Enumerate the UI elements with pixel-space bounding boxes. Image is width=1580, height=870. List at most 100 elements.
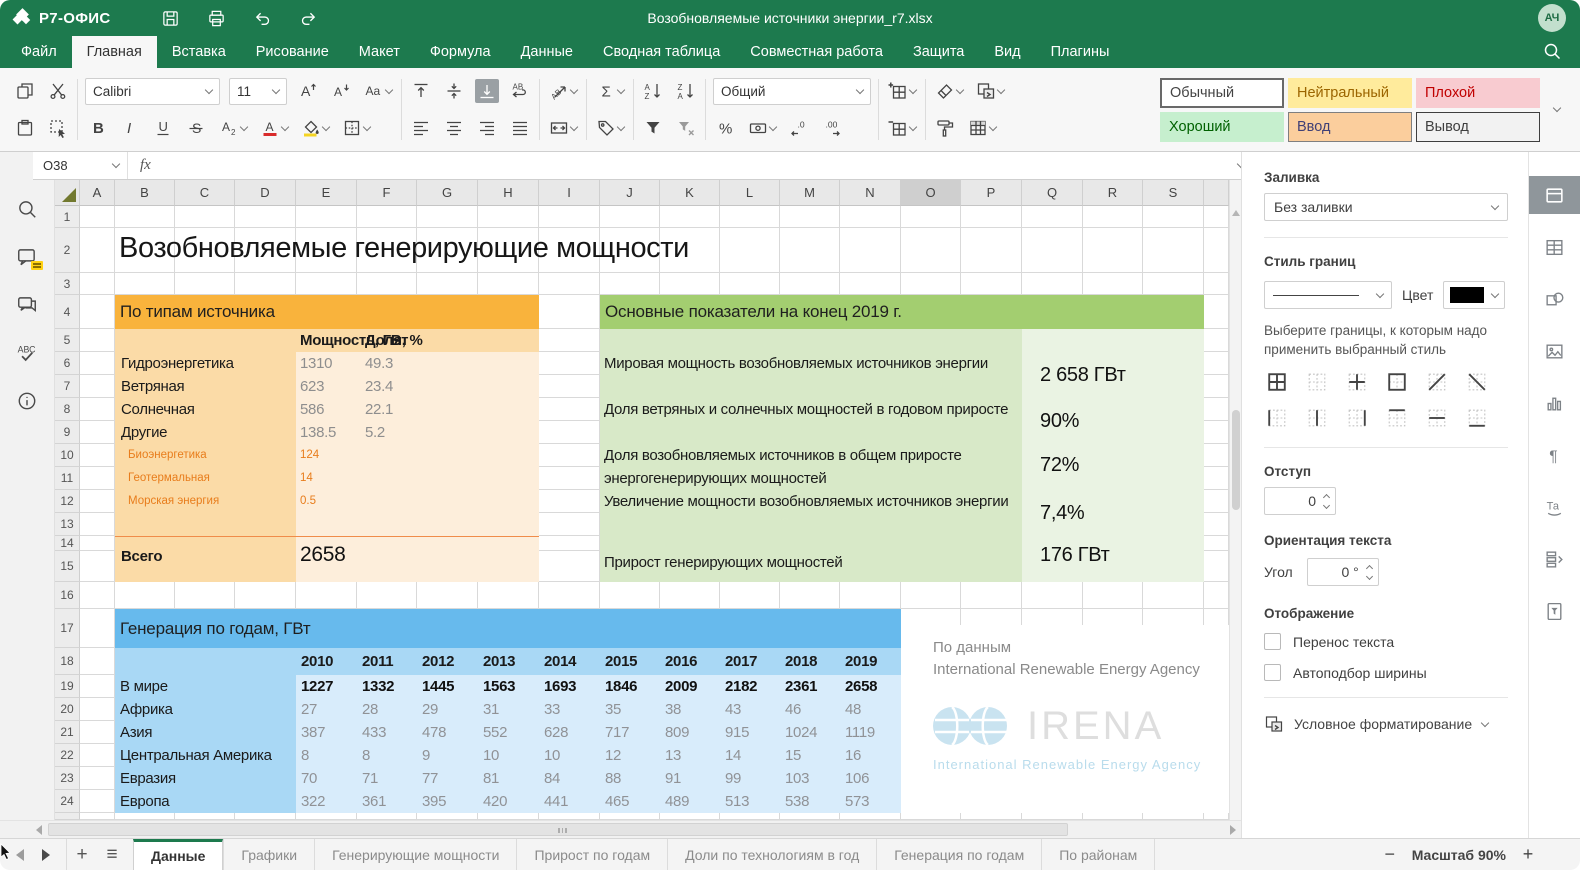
cell[interactable]	[235, 444, 296, 467]
cell[interactable]	[1143, 744, 1204, 767]
column-header-G[interactable]: G	[417, 180, 478, 206]
cell[interactable]	[1022, 744, 1083, 767]
cell-style-1[interactable]: Обычный	[1160, 78, 1284, 108]
cell-settings-icon[interactable]	[1529, 176, 1580, 214]
cell[interactable]	[296, 536, 357, 551]
cell[interactable]	[296, 582, 357, 609]
cell[interactable]	[539, 329, 600, 352]
cell[interactable]	[1083, 648, 1143, 675]
cell[interactable]	[1083, 352, 1143, 375]
cell[interactable]	[175, 744, 235, 767]
column-header-Q[interactable]: Q	[1022, 180, 1083, 206]
cell[interactable]	[720, 375, 780, 398]
increase-decimal-button[interactable]: .00	[820, 116, 844, 140]
cell[interactable]	[660, 721, 720, 744]
sheet-next-icon[interactable]	[42, 849, 50, 861]
cell[interactable]	[80, 744, 115, 767]
cell[interactable]	[961, 295, 1022, 329]
cell[interactable]	[539, 790, 600, 813]
row-header-24[interactable]: 24	[55, 790, 80, 813]
cell[interactable]	[840, 536, 901, 551]
cell[interactable]	[600, 513, 660, 536]
cell[interactable]	[296, 767, 357, 790]
cell[interactable]	[660, 744, 720, 767]
cell[interactable]	[901, 228, 961, 273]
cell[interactable]	[840, 421, 901, 444]
cell[interactable]	[80, 421, 115, 444]
text-orientation-button[interactable]: АВ	[547, 79, 579, 103]
cell[interactable]	[235, 206, 296, 228]
cell[interactable]	[80, 813, 115, 820]
cell[interactable]	[961, 329, 1022, 352]
cell[interactable]	[600, 398, 660, 421]
cell[interactable]	[1143, 206, 1204, 228]
cell[interactable]	[175, 398, 235, 421]
cell-style-2[interactable]: Нейтральный	[1288, 78, 1412, 108]
cell[interactable]	[780, 513, 840, 536]
cell[interactable]	[600, 790, 660, 813]
cell[interactable]	[296, 206, 357, 228]
cell[interactable]	[660, 536, 720, 551]
cell[interactable]	[720, 513, 780, 536]
vertical-scrollbar[interactable]	[1229, 180, 1241, 820]
cell[interactable]	[961, 444, 1022, 467]
cell[interactable]	[720, 295, 780, 329]
cell[interactable]	[80, 675, 115, 698]
cell[interactable]	[175, 551, 235, 582]
cell[interactable]	[600, 721, 660, 744]
menu-tab-9[interactable]: Совместная работа	[735, 36, 898, 68]
cell[interactable]	[80, 206, 115, 228]
cell[interactable]	[901, 721, 961, 744]
cell[interactable]	[478, 536, 539, 551]
cell[interactable]	[780, 352, 840, 375]
cell[interactable]	[175, 675, 235, 698]
print-icon[interactable]	[205, 6, 229, 30]
cell[interactable]	[1022, 206, 1083, 228]
cell[interactable]	[357, 721, 417, 744]
cell[interactable]	[780, 398, 840, 421]
cell[interactable]	[235, 273, 296, 295]
cell[interactable]	[600, 444, 660, 467]
row-header-23[interactable]: 23	[55, 767, 80, 790]
cell[interactable]	[235, 536, 296, 551]
cell[interactable]	[115, 790, 175, 813]
table-settings-icon[interactable]	[1529, 228, 1580, 266]
cell[interactable]	[720, 551, 780, 582]
cell[interactable]	[780, 295, 840, 329]
cell[interactable]	[780, 375, 840, 398]
cell[interactable]	[417, 698, 478, 721]
cell[interactable]	[357, 352, 417, 375]
autosum-button[interactable]: Σ	[594, 79, 626, 103]
search-icon[interactable]	[14, 196, 40, 222]
cell[interactable]	[296, 467, 357, 490]
cell[interactable]	[539, 767, 600, 790]
cell[interactable]	[1083, 551, 1143, 582]
cell[interactable]	[720, 609, 780, 648]
cell[interactable]	[961, 273, 1022, 295]
cell[interactable]	[1022, 551, 1083, 582]
cell[interactable]	[840, 513, 901, 536]
cell[interactable]	[901, 767, 961, 790]
cell-style-5[interactable]: Ввод	[1288, 112, 1412, 142]
cell[interactable]	[115, 421, 175, 444]
cell[interactable]	[80, 551, 115, 582]
angle-stepper[interactable]: 0 °	[1307, 558, 1379, 586]
cell[interactable]	[780, 536, 840, 551]
cell[interactable]	[175, 206, 235, 228]
border-center-vert-button[interactable]	[1304, 405, 1330, 431]
align-top-button[interactable]	[409, 79, 433, 103]
cell[interactable]	[1083, 813, 1143, 820]
cell[interactable]	[961, 206, 1022, 228]
filter-button[interactable]	[641, 116, 665, 140]
cell[interactable]	[840, 444, 901, 467]
horizontal-scroll-thumb[interactable]	[48, 823, 1068, 836]
cell[interactable]	[961, 721, 1022, 744]
cell[interactable]	[115, 609, 175, 648]
cell[interactable]	[539, 273, 600, 295]
cell[interactable]	[235, 698, 296, 721]
cell[interactable]	[357, 421, 417, 444]
cell[interactable]	[417, 767, 478, 790]
pivot-settings-icon[interactable]	[1529, 592, 1580, 630]
number-format-select[interactable]: Общий	[713, 78, 871, 105]
cell-style-6[interactable]: Вывод	[1416, 112, 1540, 142]
